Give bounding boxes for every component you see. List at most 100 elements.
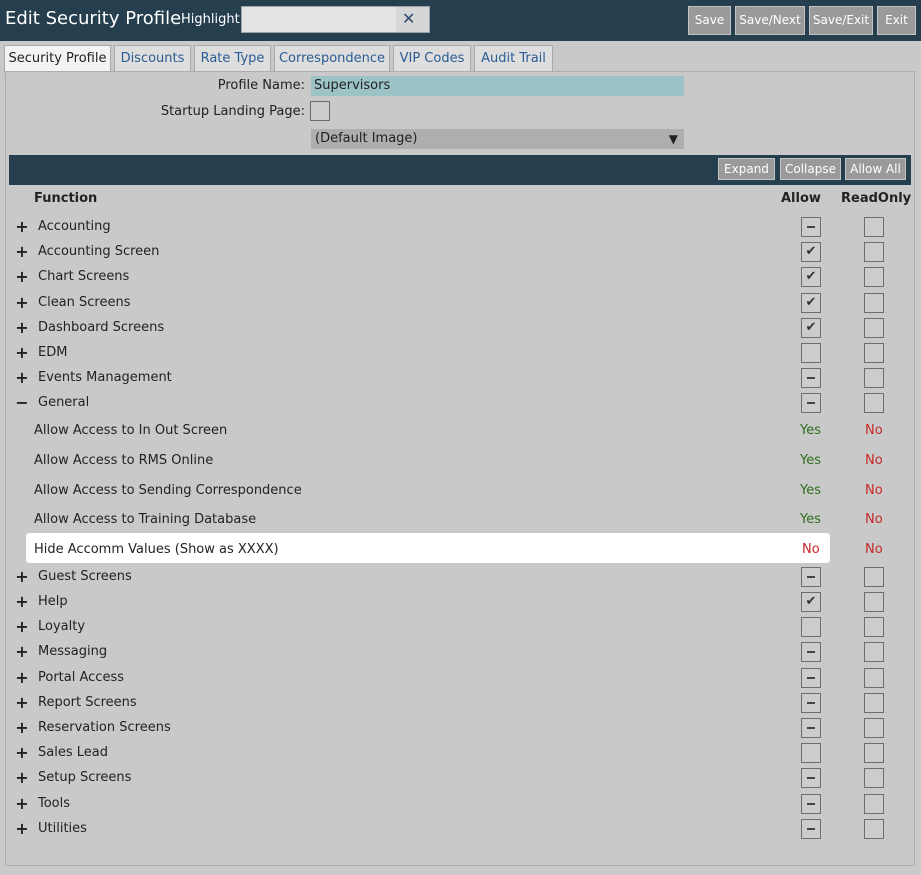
tab-audit-trail[interactable]: Audit Trail [474, 45, 553, 72]
exit-button[interactable]: Exit [877, 6, 916, 35]
save-exit-button[interactable]: Save/Exit [809, 6, 873, 35]
readonly-checkbox[interactable] [864, 693, 884, 713]
readonly-value[interactable]: No [865, 423, 883, 438]
readonly-checkbox[interactable] [864, 217, 884, 237]
expand-icon[interactable]: + [15, 694, 29, 712]
permission-label: Allow Access to Training Database [34, 512, 257, 527]
startup-landing-checkbox[interactable] [310, 101, 330, 121]
expand-icon[interactable]: + [15, 344, 29, 362]
expand-icon[interactable]: + [15, 769, 29, 787]
allow-checkbox[interactable] [801, 693, 821, 713]
expand-icon[interactable]: + [15, 268, 29, 286]
expand-icon[interactable]: + [15, 243, 29, 261]
readonly-checkbox[interactable] [864, 794, 884, 814]
save-next-button[interactable]: Save/Next [735, 6, 805, 35]
function-row: + Events Management [0, 367, 921, 392]
readonly-checkbox[interactable] [864, 743, 884, 763]
tab-security-profile[interactable]: Security Profile [4, 45, 111, 73]
allow-checkbox[interactable] [801, 642, 821, 662]
readonly-value[interactable]: No [865, 483, 883, 498]
allow-checkbox[interactable]: ✔ [801, 267, 821, 287]
expand-icon[interactable]: + [15, 618, 29, 636]
expand-icon[interactable]: + [15, 369, 29, 387]
readonly-checkbox[interactable] [864, 668, 884, 688]
allow-checkbox[interactable] [801, 617, 821, 637]
expand-icon[interactable]: + [15, 218, 29, 236]
readonly-checkbox[interactable] [864, 343, 884, 363]
allow-checkbox[interactable] [801, 567, 821, 587]
readonly-checkbox[interactable] [864, 642, 884, 662]
function-row: + Report Screens [0, 692, 921, 717]
function-label: General [38, 395, 90, 410]
allow-column-header: Allow [781, 191, 821, 206]
expand-icon[interactable]: + [15, 744, 29, 762]
collapse-button[interactable]: Collapse [780, 158, 841, 180]
function-row: + Setup Screens [0, 767, 921, 792]
allow-checkbox[interactable] [801, 794, 821, 814]
expand-icon[interactable]: + [15, 593, 29, 611]
function-row: + Dashboard Screens ✔ [0, 317, 921, 342]
allow-checkbox[interactable] [801, 668, 821, 688]
highlight-input-field[interactable] [242, 7, 396, 32]
permission-label: Allow Access to RMS Online [34, 453, 214, 468]
readonly-checkbox[interactable] [864, 318, 884, 338]
allow-checkbox[interactable] [801, 819, 821, 839]
expand-icon[interactable]: + [15, 294, 29, 312]
expand-icon[interactable]: + [15, 795, 29, 813]
expand-icon[interactable]: + [15, 820, 29, 838]
allow-value[interactable]: No [802, 542, 820, 557]
tab-rate-type[interactable]: Rate Type [194, 45, 271, 72]
tab-vip-codes[interactable]: VIP Codes [393, 45, 471, 72]
allow-checkbox[interactable]: ✔ [801, 293, 821, 313]
profile-name-field[interactable]: Supervisors [310, 75, 685, 97]
readonly-checkbox[interactable] [864, 718, 884, 738]
allow-checkbox[interactable] [801, 743, 821, 763]
allow-checkbox[interactable]: ✔ [801, 318, 821, 338]
expand-icon[interactable]: + [15, 719, 29, 737]
allow-checkbox[interactable] [801, 368, 821, 388]
allow-all-button[interactable]: Allow All [845, 158, 906, 180]
function-column-header: Function [34, 191, 98, 206]
allow-checkbox[interactable] [801, 393, 821, 413]
allow-checkbox[interactable] [801, 718, 821, 738]
expand-icon[interactable]: + [15, 319, 29, 337]
readonly-checkbox[interactable] [864, 293, 884, 313]
allow-checkbox[interactable] [801, 343, 821, 363]
readonly-value[interactable]: No [865, 542, 883, 557]
tab-correspondence[interactable]: Correspondence [274, 45, 390, 72]
readonly-checkbox[interactable] [864, 768, 884, 788]
collapse-icon[interactable]: − [15, 394, 29, 412]
function-label: Tools [38, 796, 71, 811]
save-button[interactable]: Save [688, 6, 731, 35]
permission-label: Hide Accomm Values (Show as XXXX) [34, 542, 279, 557]
function-label: Messaging [38, 644, 108, 659]
allow-value[interactable]: Yes [800, 423, 821, 438]
readonly-checkbox[interactable] [864, 617, 884, 637]
readonly-checkbox[interactable] [864, 393, 884, 413]
readonly-checkbox[interactable] [864, 592, 884, 612]
expand-icon[interactable]: + [15, 643, 29, 661]
allow-value[interactable]: Yes [800, 483, 821, 498]
readonly-value[interactable]: No [865, 453, 883, 468]
allow-checkbox[interactable] [801, 768, 821, 788]
allow-checkbox[interactable]: ✔ [801, 242, 821, 262]
function-row: + Guest Screens [0, 566, 921, 591]
clear-icon[interactable]: ✕ [402, 9, 415, 29]
function-label: Setup Screens [38, 770, 132, 785]
readonly-checkbox[interactable] [864, 819, 884, 839]
readonly-checkbox[interactable] [864, 368, 884, 388]
readonly-checkbox[interactable] [864, 567, 884, 587]
allow-checkbox[interactable] [801, 217, 821, 237]
allow-value[interactable]: Yes [800, 453, 821, 468]
tab-discounts[interactable]: Discounts [114, 45, 191, 72]
function-row: − General [0, 392, 921, 417]
expand-icon[interactable]: + [15, 669, 29, 687]
readonly-value[interactable]: No [865, 512, 883, 527]
expand-button[interactable]: Expand [718, 158, 775, 180]
readonly-checkbox[interactable] [864, 242, 884, 262]
image-select[interactable]: (Default Image) ▼ [310, 128, 685, 150]
allow-value[interactable]: Yes [800, 512, 821, 527]
allow-checkbox[interactable]: ✔ [801, 592, 821, 612]
readonly-checkbox[interactable] [864, 267, 884, 287]
expand-icon[interactable]: + [15, 568, 29, 586]
